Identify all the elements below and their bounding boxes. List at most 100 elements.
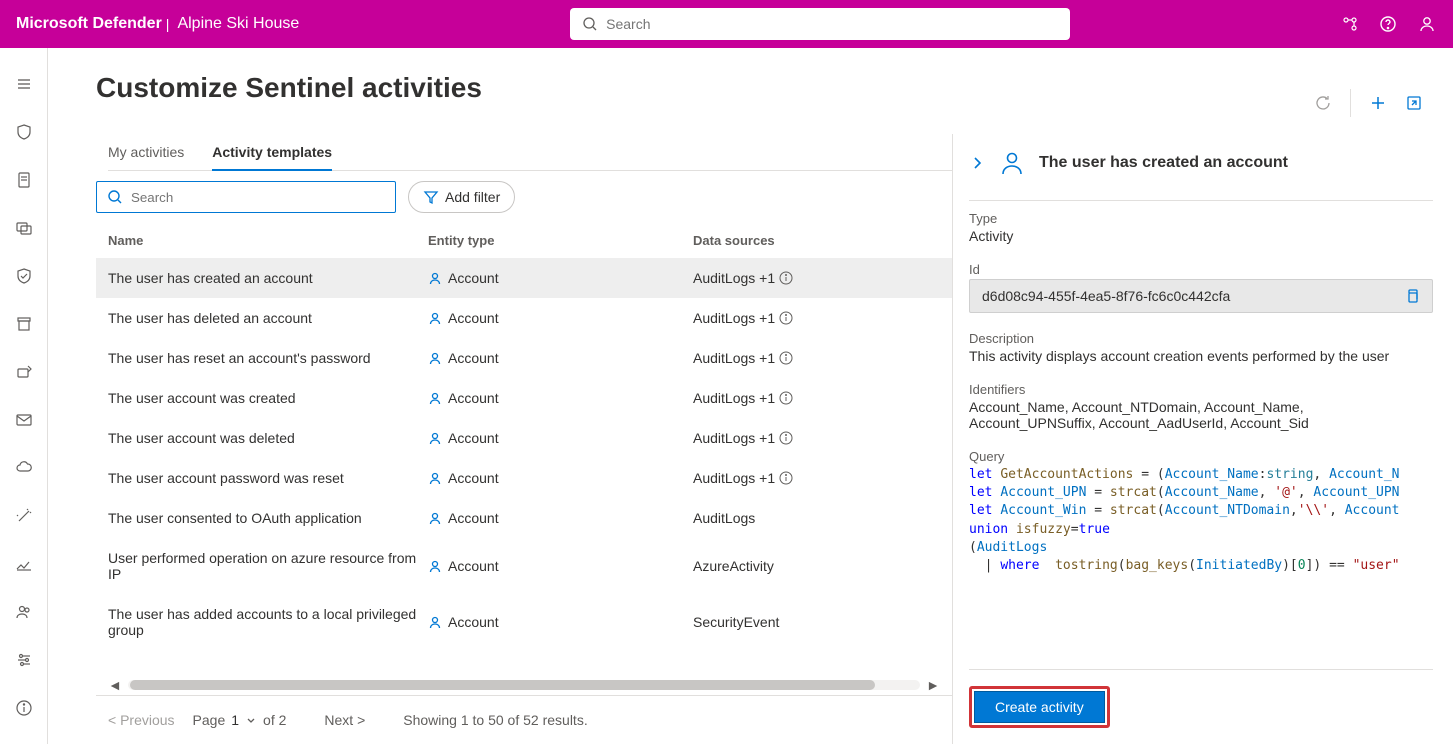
query-value: let GetAccountActions = (Account_Name:st… xyxy=(969,466,1433,575)
copy-icon[interactable] xyxy=(1404,288,1420,304)
table-row[interactable]: The user account password was resetAccou… xyxy=(96,458,952,498)
chevron-right-icon[interactable] xyxy=(969,155,985,171)
search-icon xyxy=(582,16,598,32)
account-icon xyxy=(428,391,442,405)
account-icon xyxy=(428,431,442,445)
account-icon xyxy=(428,615,442,629)
table-row[interactable]: The user account was deletedAccountAudit… xyxy=(96,418,952,458)
create-activity-button[interactable]: Create activity xyxy=(974,691,1105,723)
table-row[interactable]: User performed operation on azure resour… xyxy=(96,538,952,594)
account-icon xyxy=(428,351,442,365)
tab-my-activities[interactable]: My activities xyxy=(108,134,184,170)
account-icon xyxy=(428,511,442,525)
refresh-icon[interactable] xyxy=(1314,94,1332,112)
column-name[interactable]: Name xyxy=(108,233,428,248)
row-name: The user account was created xyxy=(108,390,428,406)
org-name: Alpine Ski House xyxy=(177,15,299,33)
row-source: AuditLogs xyxy=(693,510,940,526)
row-name: The user has created an account xyxy=(108,270,428,286)
row-name: The user has added accounts to a local p… xyxy=(108,606,428,638)
account-icon xyxy=(428,471,442,485)
row-entity: Account xyxy=(428,270,693,286)
results-count: Showing 1 to 50 of 52 results. xyxy=(403,712,587,728)
table-body: The user has created an accountAccountAu… xyxy=(96,258,952,675)
nav-doc[interactable] xyxy=(0,156,48,204)
id-box: d6d08c94-455f-4ea5-8f76-fc6c0c442cfa xyxy=(969,279,1433,313)
help-icon[interactable] xyxy=(1379,15,1397,33)
table-row[interactable]: The user consented to OAuth applicationA… xyxy=(96,498,952,538)
row-name: The user account was deleted xyxy=(108,430,428,446)
nav-people[interactable] xyxy=(0,588,48,636)
account-icon xyxy=(428,559,442,573)
account-icon xyxy=(428,271,442,285)
row-name: The user consented to OAuth application xyxy=(108,510,428,526)
row-entity: Account xyxy=(428,350,693,366)
row-name: User performed operation on azure resour… xyxy=(108,550,428,582)
horizontal-scrollbar[interactable]: ◄ ► xyxy=(96,675,952,695)
nav-shield[interactable] xyxy=(0,108,48,156)
query-label: Query xyxy=(969,449,1433,464)
nav-hamburger[interactable] xyxy=(0,60,48,108)
filter-icon xyxy=(423,189,439,205)
row-name: The user account password was reset xyxy=(108,470,428,486)
description-label: Description xyxy=(969,331,1433,346)
row-entity: Account xyxy=(428,310,693,326)
row-source: SecurityEvent xyxy=(693,614,940,630)
row-entity: Account xyxy=(428,510,693,526)
identifiers-value: Account_Name, Account_NTDomain, Account_… xyxy=(969,399,1433,431)
info-icon xyxy=(779,271,793,285)
row-name: The user has deleted an account xyxy=(108,310,428,326)
launcher-icon[interactable] xyxy=(1341,15,1359,33)
add-icon[interactable] xyxy=(1369,94,1387,112)
nav-archive[interactable] xyxy=(0,300,48,348)
info-icon xyxy=(779,391,793,405)
row-entity: Account xyxy=(428,614,693,630)
nav-chart[interactable] xyxy=(0,540,48,588)
row-source: AuditLogs +1 xyxy=(693,390,940,406)
row-source: AzureActivity xyxy=(693,558,940,574)
table-row[interactable]: The user has created an accountAccountAu… xyxy=(96,258,952,298)
side-nav xyxy=(0,48,48,744)
tab-activity-templates[interactable]: Activity templates xyxy=(212,134,332,170)
row-entity: Account xyxy=(428,390,693,406)
search-icon xyxy=(107,189,123,205)
global-search[interactable] xyxy=(570,8,1070,40)
info-icon xyxy=(779,431,793,445)
nav-mail[interactable] xyxy=(0,396,48,444)
table-row[interactable]: The user account was createdAccountAudit… xyxy=(96,378,952,418)
table-search-input[interactable] xyxy=(131,190,385,205)
info-icon xyxy=(779,311,793,325)
row-source: AuditLogs +1 xyxy=(693,430,940,446)
nav-cloud[interactable] xyxy=(0,444,48,492)
row-source: AuditLogs +1 xyxy=(693,310,940,326)
row-entity: Account xyxy=(428,558,693,574)
nav-screens[interactable] xyxy=(0,204,48,252)
row-entity: Account xyxy=(428,430,693,446)
column-data-sources[interactable]: Data sources xyxy=(693,233,940,248)
description-value: This activity displays account creation … xyxy=(969,348,1433,364)
table-row[interactable]: The user has added accounts to a local p… xyxy=(96,594,952,650)
chevron-down-icon[interactable] xyxy=(245,714,257,726)
row-source: AuditLogs +1 xyxy=(693,470,940,486)
table-row[interactable]: The user has reset an account's password… xyxy=(96,338,952,378)
next-page[interactable]: Next > xyxy=(324,712,365,728)
nav-settings[interactable] xyxy=(0,636,48,684)
global-search-input[interactable] xyxy=(606,16,1058,32)
add-filter-button[interactable]: Add filter xyxy=(408,181,515,213)
nav-info[interactable] xyxy=(0,684,48,732)
table-search[interactable] xyxy=(96,181,396,213)
content-tabs: My activities Activity templates xyxy=(108,134,952,171)
column-entity-type[interactable]: Entity type xyxy=(428,233,693,248)
pagination: < Previous Page 1 of 2 Next > Showing 1 … xyxy=(96,695,952,744)
previous-page[interactable]: < Previous xyxy=(108,712,175,728)
nav-security[interactable] xyxy=(0,252,48,300)
table-row[interactable]: The user has deleted an accountAccountAu… xyxy=(96,298,952,338)
table-header: Name Entity type Data sources xyxy=(96,223,952,258)
account-icon[interactable] xyxy=(1417,14,1437,34)
user-icon xyxy=(999,150,1025,176)
nav-share[interactable] xyxy=(0,348,48,396)
row-entity: Account xyxy=(428,470,693,486)
nav-wand[interactable] xyxy=(0,492,48,540)
open-external-icon[interactable] xyxy=(1405,94,1423,112)
app-name: Microsoft Defender xyxy=(16,15,162,33)
